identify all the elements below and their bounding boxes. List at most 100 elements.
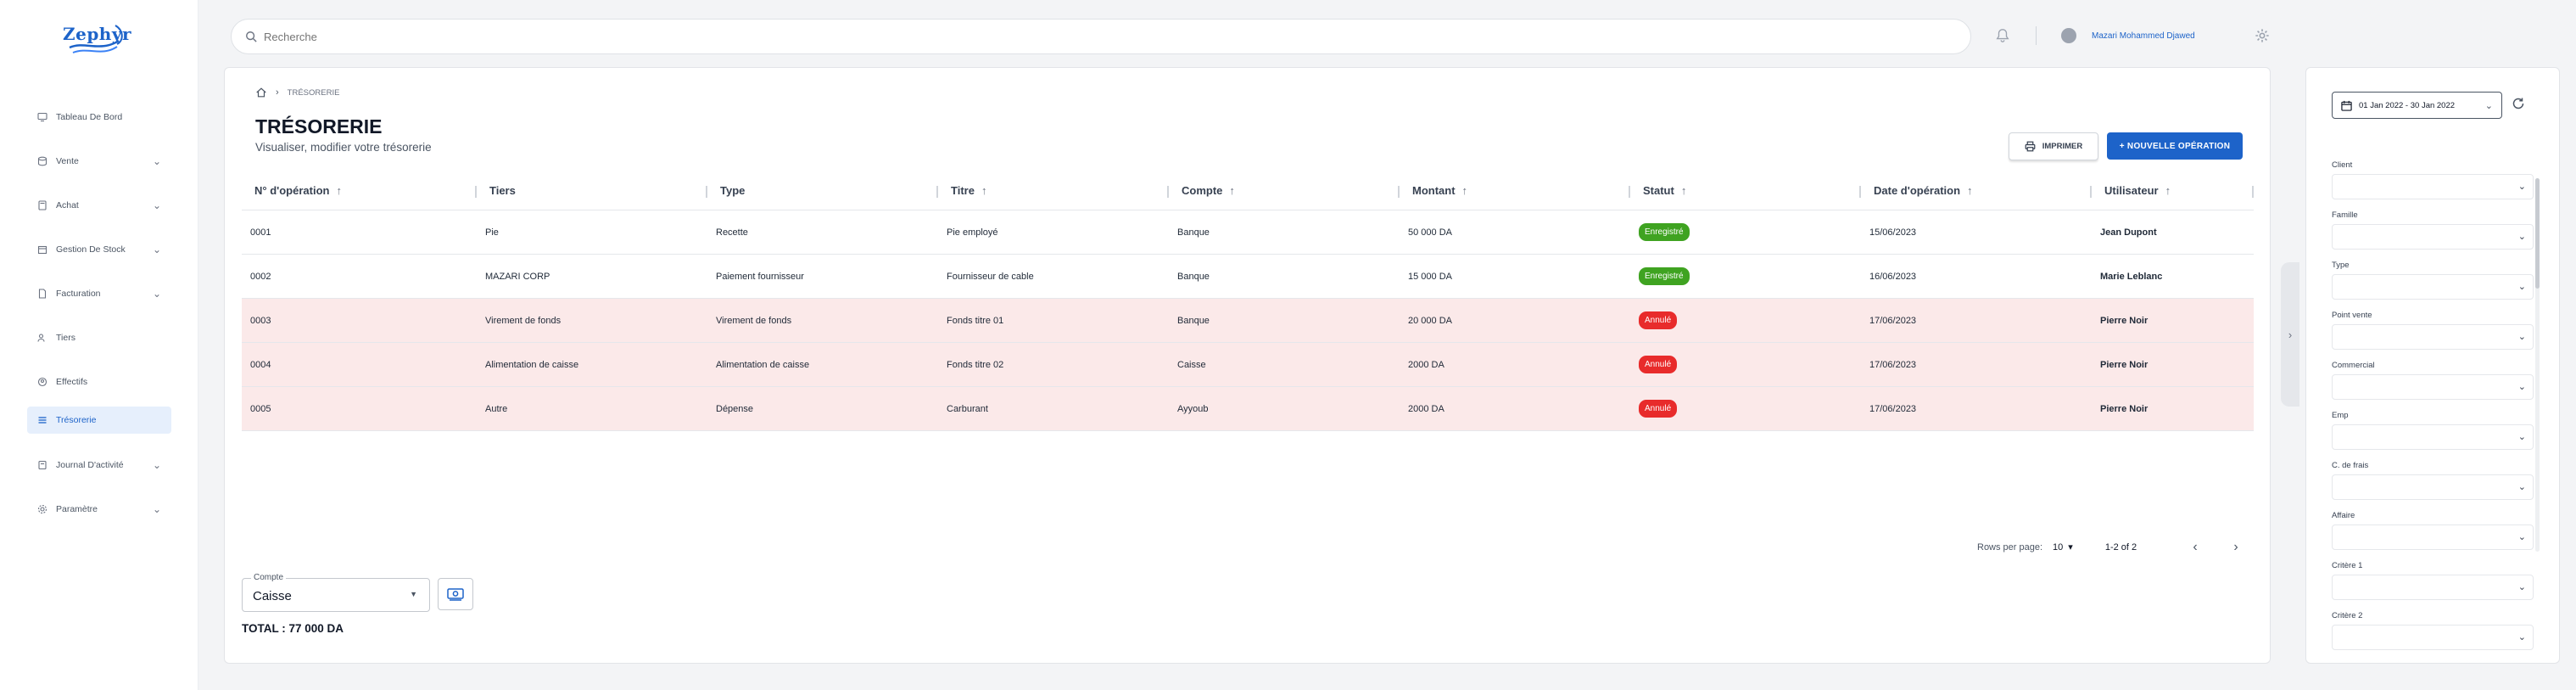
sidebar-item-label: Tableau De Bord	[56, 112, 123, 122]
column-header-label: Type	[720, 184, 746, 197]
table-row[interactable]: 0003 Virement de fonds Virement de fonds Fo…	[242, 299, 2254, 343]
list-icon	[37, 415, 47, 425]
notification-bell-icon[interactable]	[1995, 28, 2010, 43]
cell-titre: Fournisseur de cable	[947, 271, 1034, 282]
column-header-label: Montant	[1412, 184, 1456, 197]
chevron-down-icon: ⌄	[2484, 100, 2493, 111]
gear-icon[interactable]	[2255, 28, 2270, 43]
filter-select-c-de-frais[interactable]: ⌄	[2332, 474, 2534, 500]
pagination-range: 1-2 of 2	[2104, 541, 2137, 553]
column-header[interactable]: Titre ↑	[938, 171, 1169, 210]
cell-compte: Caisse	[1177, 359, 1206, 370]
filter-select-famille[interactable]: ⌄	[2332, 224, 2534, 250]
table-row[interactable]: 0005 Autre Dépense Carburant Ayyoub 2000 DA An…	[242, 387, 2254, 431]
cell-titre: Pie employé	[947, 227, 998, 238]
sort-arrow-up-icon[interactable]: ↑	[981, 184, 987, 197]
chevron-down-icon: ⌄	[2517, 382, 2526, 392]
status-badge: Annulé	[1639, 400, 1678, 418]
column-header[interactable]: Montant ↑	[1400, 171, 1630, 210]
user-avatar[interactable]	[2061, 28, 2076, 43]
filter-select-critere-1[interactable]: ⌄	[2332, 575, 2534, 600]
column-header[interactable]: Utilisateur ↑	[2092, 171, 2254, 210]
status-badge: Annulé	[1639, 311, 1678, 329]
column-header[interactable]: Date d'opération ↑	[1861, 171, 2092, 210]
sidebar-item-vente[interactable]: Vente ⌄	[27, 142, 171, 181]
filter-c-de-frais: C. de frais ⌄	[2332, 461, 2539, 511]
sort-arrow-up-icon[interactable]: ↑	[1681, 184, 1687, 197]
sort-arrow-up-icon[interactable]: ↑	[2165, 184, 2171, 197]
column-header[interactable]: Statut ↑	[1630, 171, 1861, 210]
column-header-label: N° d'opération	[254, 184, 330, 197]
sidebar-item-parametre[interactable]: Paramètre ⌄	[27, 490, 171, 529]
column-header[interactable]: Type	[707, 171, 938, 210]
column-header[interactable]: Compte ↑	[1169, 171, 1400, 210]
previous-page-button[interactable]: ‹	[2188, 540, 2203, 555]
cell-date: 16/06/2023	[1869, 271, 1917, 282]
main-panel: › TRÉSORERIE TRÉSORERIE Visualiser, modi…	[224, 67, 2271, 664]
sort-arrow-up-icon[interactable]: ↑	[336, 184, 342, 197]
filter-select-commercial[interactable]: ⌄	[2332, 374, 2534, 400]
sidebar-item-achat[interactable]: Achat ⌄	[27, 186, 171, 225]
topbar-divider	[2036, 26, 2037, 45]
filter-commercial: Commercial ⌄	[2332, 361, 2539, 411]
column-header[interactable]: Tiers	[477, 171, 707, 210]
filter-select-point-vente[interactable]: ⌄	[2332, 324, 2534, 350]
filter-select-type[interactable]: ⌄	[2332, 274, 2534, 300]
table-row[interactable]: 0004 Alimentation de caisse Alimentation d…	[242, 343, 2254, 387]
filter-label: Point vente	[2332, 311, 2372, 320]
cash-balance-button[interactable]	[438, 578, 473, 610]
app-logo[interactable]: Zephyr	[51, 19, 136, 63]
sidebar-item-tableau-de-bord[interactable]: Tableau De Bord	[27, 98, 171, 137]
chevron-down-icon: ⌄	[152, 199, 161, 211]
column-header[interactable]: N° d'opération ↑	[242, 171, 477, 210]
briefcase-icon	[37, 377, 47, 387]
filter-label: Critère 2	[2332, 611, 2363, 620]
sidebar-item-label: Paramètre	[56, 504, 98, 514]
cell-user: Pierre Noir	[2100, 315, 2149, 326]
printer-icon	[2025, 141, 2036, 152]
home-icon[interactable]	[255, 87, 267, 98]
table-row[interactable]: 0001 Pie Recette Pie employé Banque 50 000 DA…	[242, 210, 2254, 255]
filter-type: Type ⌄	[2332, 261, 2539, 311]
filter-scrollbar-thumb[interactable]	[2535, 178, 2540, 289]
sort-arrow-up-icon[interactable]: ↑	[1967, 184, 1973, 197]
cell-num: 0004	[250, 359, 271, 370]
compte-select[interactable]: Compte Caisse ▼	[242, 573, 430, 612]
next-page-button[interactable]: ›	[2228, 540, 2244, 555]
search-input[interactable]	[264, 30, 1817, 43]
sidebar-item-facturation[interactable]: Facturation ⌄	[27, 274, 171, 313]
filter-critere-2: Critère 2 ⌄	[2332, 611, 2539, 661]
filter-label: Emp	[2332, 411, 2349, 420]
cell-montant: 15 000 DA	[1408, 271, 1452, 282]
table-row[interactable]: 0002 MAZARI CORP Paiement fournisseur Fourn…	[242, 255, 2254, 299]
cell-date: 15/06/2023	[1869, 227, 1917, 238]
user-name[interactable]: Mazari Mohammed Djawed	[2092, 31, 2195, 41]
filter-point-vente: Point vente ⌄	[2332, 311, 2539, 361]
date-range-picker[interactable]: 01 Jan 2022 - 30 Jan 2022 ⌄	[2332, 92, 2502, 119]
page-subtitle: Visualiser, modifier votre trésorerie	[255, 141, 432, 154]
filter-select-affaire[interactable]: ⌄	[2332, 525, 2534, 550]
sidebar-item-gestion-de-stock[interactable]: Gestion De Stock ⌄	[27, 230, 171, 269]
filter-label: C. de frais	[2332, 461, 2369, 470]
filter-panel-toggle[interactable]: ›	[2281, 262, 2299, 407]
rows-per-page-select[interactable]: 10 ▾	[2053, 541, 2073, 553]
refresh-icon[interactable]	[2511, 96, 2526, 111]
filter-select-emp[interactable]: ⌄	[2332, 424, 2534, 450]
sort-arrow-up-icon[interactable]: ↑	[1229, 184, 1235, 197]
search-bar[interactable]	[231, 19, 1971, 54]
status-badge: Enregistré	[1639, 267, 1690, 285]
filter-select-client[interactable]: ⌄	[2332, 174, 2534, 199]
sidebar-item-tresorerie[interactable]: Trésorerie	[27, 407, 171, 434]
new-operation-button[interactable]: + NOUVELLE OPÉRATION	[2107, 132, 2243, 160]
cell-type: Virement de fonds	[716, 315, 792, 326]
sidebar-item-tiers[interactable]: Tiers	[27, 318, 171, 357]
filter-scrollbar[interactable]	[2535, 178, 2540, 552]
sidebar-item-effectifs[interactable]: Effectifs	[27, 362, 171, 401]
print-button[interactable]: IMPRIMER	[2009, 132, 2098, 160]
sidebar-item-journal-d-activite[interactable]: Journal D'activité ⌄	[27, 446, 171, 485]
sort-arrow-up-icon[interactable]: ↑	[1462, 184, 1468, 197]
filter-select-critere-2[interactable]: ⌄	[2332, 625, 2534, 650]
column-divider[interactable]	[2252, 186, 2254, 198]
sidebar-item-label: Facturation	[56, 289, 101, 299]
chevron-down-icon: ⌄	[2517, 282, 2526, 292]
